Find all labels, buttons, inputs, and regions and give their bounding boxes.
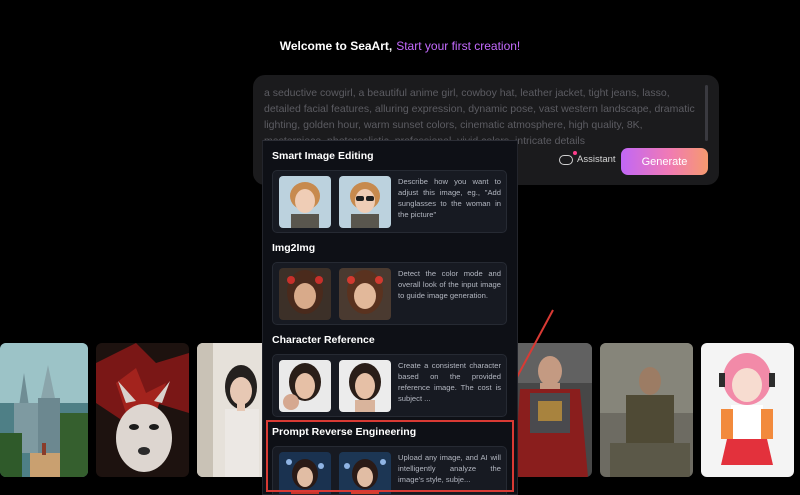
card-description: Create a consistent character based on t… xyxy=(398,361,501,403)
thumb-after xyxy=(339,176,391,228)
section-title-img2img: Img2Img xyxy=(272,242,316,254)
thumb-character xyxy=(339,360,391,412)
thumb-reference xyxy=(279,360,331,412)
section-title-smart-image-editing: Smart Image Editing xyxy=(272,150,374,162)
card-description: Describe how you want to adjust this ima… xyxy=(398,177,501,219)
thumb-before xyxy=(279,176,331,228)
thumb-input xyxy=(279,268,331,320)
annotation-highlight-box xyxy=(266,420,514,492)
card-character-reference[interactable]: Create a consistent character based on t… xyxy=(272,354,507,417)
card-smart-image-editing[interactable]: Describe how you want to adjust this ima… xyxy=(272,170,507,233)
section-title-character-reference: Character Reference xyxy=(272,334,375,346)
card-description: Detect the color mode and overall look o… xyxy=(398,269,501,300)
thumb-output xyxy=(339,268,391,320)
card-img2img[interactable]: Detect the color mode and overall look o… xyxy=(272,262,507,325)
